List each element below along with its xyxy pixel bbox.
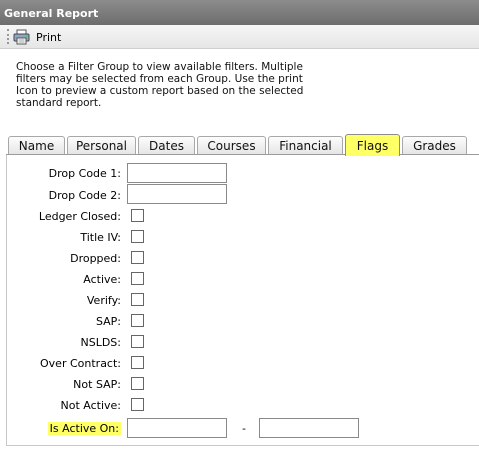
nslds-checkbox[interactable] (131, 335, 144, 348)
print-label: Print (36, 30, 62, 44)
is-active-on-to-input[interactable] (259, 418, 359, 438)
tab-name[interactable]: Name (8, 136, 65, 155)
intro-text: Choose a Filter Group to view available … (16, 61, 304, 109)
dropped-label: Dropped: (70, 252, 121, 265)
not-active-label: Not Active: (60, 399, 122, 412)
title-iv-label: Title IV: (80, 231, 121, 244)
active-label: Active: (83, 273, 121, 286)
over-contract-label: Over Contract: (40, 357, 121, 370)
tab-courses[interactable]: Courses (197, 136, 266, 155)
sap-label: SAP: (95, 315, 121, 328)
ledger-closed-checkbox[interactable] (131, 209, 144, 222)
ledger-closed-label: Ledger Closed: (38, 210, 121, 223)
printer-icon (13, 29, 30, 45)
window-title: General Report (0, 0, 479, 25)
date-range-separator: - (242, 422, 246, 435)
title-iv-checkbox[interactable] (131, 230, 144, 243)
panel-border (6, 155, 7, 445)
not-sap-checkbox[interactable] (131, 377, 144, 390)
print-button[interactable]: Print (13, 27, 61, 47)
sap-checkbox[interactable] (131, 314, 144, 327)
verify-checkbox[interactable] (131, 293, 144, 306)
tab-financial[interactable]: Financial (268, 136, 343, 155)
tab-personal[interactable]: Personal (67, 136, 136, 155)
is-active-on-label: Is Active On: (47, 422, 121, 435)
drop-code-1-input[interactable] (127, 163, 227, 183)
toolbar: Print (0, 25, 479, 49)
tab-grades[interactable]: Grades (402, 136, 467, 155)
toolbar-grip (7, 29, 11, 44)
active-checkbox[interactable] (131, 272, 144, 285)
drop-code-2-label: Drop Code 2: (48, 189, 121, 202)
drop-code-1-label: Drop Code 1: (48, 167, 121, 180)
not-active-checkbox[interactable] (131, 398, 144, 411)
filter-group-tabs: Name Personal Dates Courses Financial Fl… (6, 134, 479, 156)
tab-dates[interactable]: Dates (138, 136, 195, 155)
nslds-label: NSLDS: (80, 336, 122, 349)
tab-divider (6, 154, 479, 155)
dropped-checkbox[interactable] (131, 251, 144, 264)
is-active-on-from-input[interactable] (127, 418, 227, 438)
panel-border (6, 445, 479, 446)
over-contract-checkbox[interactable] (131, 356, 144, 369)
drop-code-2-input[interactable] (127, 184, 227, 204)
not-sap-label: Not SAP: (73, 378, 121, 391)
verify-label: Verify: (86, 294, 121, 307)
tab-flags[interactable]: Flags (345, 134, 400, 156)
